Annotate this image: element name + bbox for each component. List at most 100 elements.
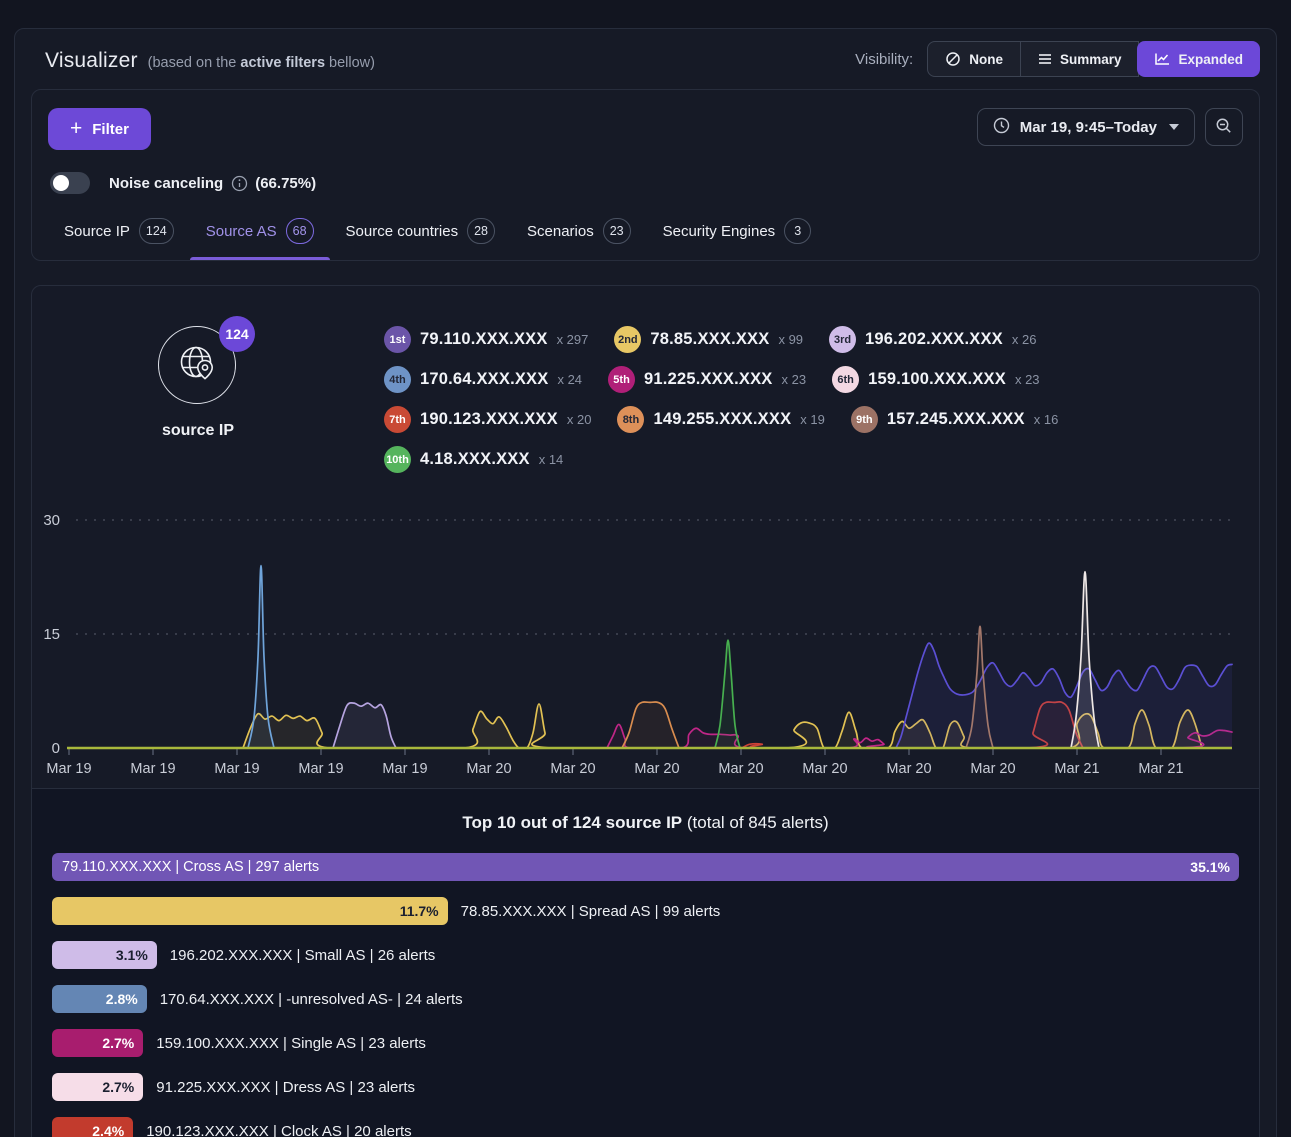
title-wrap: Visualizer (based on the active filters … [31,49,375,73]
legend-multiplier: x 23 [1015,372,1040,387]
svg-text:Mar 19: Mar 19 [382,761,427,777]
zoom-out-button[interactable] [1205,108,1243,146]
legend-multiplier: x 14 [539,452,564,467]
rank-badge: 7th [384,406,411,433]
svg-text:Mar 19: Mar 19 [130,761,175,777]
legend-ip: 159.100.XXX.XXX [868,370,1006,389]
rank-badge: 6th [832,366,859,393]
legend-multiplier: x 19 [800,412,825,427]
top10-bar-row[interactable]: 3.1% 196.202.XXX.XXX | Small AS | 26 ale… [52,941,1239,969]
svg-text:Mar 19: Mar 19 [214,761,259,777]
bar-percentage: 35.1% [1190,859,1230,875]
legend-ip: 170.64.XXX.XXX [420,370,548,389]
top10-bar-row[interactable]: 11.7% 78.85.XXX.XXX | Spread AS | 99 ale… [52,897,1239,925]
filter-tab-security-engines[interactable]: Security Engines 3 [647,204,828,260]
legend-ip: 78.85.XXX.XXX [650,330,769,349]
legend-item[interactable]: 4th 170.64.XXX.XXX x 24 [384,366,582,393]
visibility-control: Visibility: None Summary Expanded [855,41,1260,77]
rank-badge: 10th [384,446,411,473]
visualizer-card: Visualizer (based on the active filters … [14,28,1277,1137]
svg-text:Mar 20: Mar 20 [970,761,1015,777]
legend-item[interactable]: 9th 157.245.XXX.XXX x 16 [851,406,1058,433]
chart-legend: 1st 79.110.XXX.XXX x 297 2nd 78.85.XXX.X… [384,326,1256,473]
page-title: Visualizer [45,49,138,73]
svg-text:15: 15 [43,626,60,643]
top10-bar-row[interactable]: 2.7% 91.225.XXX.XXX | Dress AS | 23 aler… [52,1073,1239,1101]
visibility-none-button[interactable]: None [927,41,1021,77]
legend-item[interactable]: 8th 149.255.XXX.XXX x 19 [617,406,824,433]
svg-text:Mar 19: Mar 19 [46,761,91,777]
svg-text:Mar 20: Mar 20 [634,761,679,777]
legend-multiplier: x 24 [557,372,582,387]
legend-multiplier: x 297 [557,332,589,347]
bar-label-outside: 196.202.XXX.XXX | Small AS | 26 alerts [170,947,435,964]
entity-block: 124 source IP [158,326,238,473]
filter-tab-source-ip[interactable]: Source IP 124 [48,204,190,260]
noise-canceling-percentage: (66.75%) [255,175,316,192]
bar-label-outside: 159.100.XXX.XXX | Single AS | 23 alerts [156,1035,426,1052]
legend-ip: 157.245.XXX.XXX [887,410,1025,429]
tab-count-badge: 3 [784,218,811,244]
svg-text:Mar 20: Mar 20 [466,761,511,777]
visibility-summary-button[interactable]: Summary [1021,41,1140,77]
noise-canceling-label: Noise canceling [109,175,223,192]
legend-item[interactable]: 5th 91.225.XXX.XXX x 23 [608,366,806,393]
entity-count-badge: 124 [219,316,255,352]
bar-label-inside: 79.110.XXX.XXX | Cross AS | 297 alerts [62,859,319,875]
legend-item[interactable]: 6th 159.100.XXX.XXX x 23 [832,366,1039,393]
bar-label-outside: 91.225.XXX.XXX | Dress AS | 23 alerts [156,1079,415,1096]
legend-ip: 79.110.XXX.XXX [420,330,548,349]
legend-multiplier: x 99 [778,332,803,347]
visibility-segmented-control: None Summary Expanded [927,41,1260,77]
svg-text:Mar 20: Mar 20 [802,761,847,777]
tab-count-badge: 68 [286,218,314,244]
visibility-expanded-button[interactable]: Expanded [1137,41,1260,77]
tab-count-badge: 23 [603,218,631,244]
date-range-button[interactable]: Mar 19, 9:45–Today [977,108,1195,146]
legend-ip: 196.202.XXX.XXX [865,330,1003,349]
rank-badge: 3rd [829,326,856,353]
add-filter-button[interactable]: + Filter [48,108,151,150]
filter-tab-source-countries[interactable]: Source countries 28 [330,204,511,260]
noise-canceling-toggle[interactable] [50,172,90,194]
legend-ip: 190.123.XXX.XXX [420,410,558,429]
top10-bar-row[interactable]: 2.8% 170.64.XXX.XXX | -unresolved AS- | … [52,985,1239,1013]
chevron-down-icon [1169,124,1179,130]
tab-label: Scenarios [527,223,594,240]
info-icon[interactable] [231,175,248,192]
filter-tab-scenarios[interactable]: Scenarios 23 [511,204,647,260]
top10-title: Top 10 out of 124 source IP (total of 84… [52,813,1239,833]
percentage-bar: 2.8% [52,985,147,1013]
toggle-knob [53,175,69,191]
filter-right-controls: Mar 19, 9:45–Today [977,108,1243,146]
alerts-line-chart: 30150Mar 19Mar 19Mar 19Mar 19Mar 19Mar 2… [32,503,1260,788]
chart-header: 124 source IP 1st 79.110.XXX.XXX x 297 2… [32,286,1259,473]
bar-percentage: 3.1% [116,947,148,963]
top10-bar-row[interactable]: 2.7% 159.100.XXX.XXX | Single AS | 23 al… [52,1029,1239,1057]
legend-multiplier: x 23 [782,372,807,387]
legend-item[interactable]: 1st 79.110.XXX.XXX x 297 [384,326,588,353]
top10-bar-row[interactable]: 79.110.XXX.XXX | Cross AS | 297 alerts 3… [52,853,1239,881]
legend-item[interactable]: 3rd 196.202.XXX.XXX x 26 [829,326,1036,353]
plus-icon: + [70,118,82,139]
rank-badge: 8th [617,406,644,433]
tab-label: Source countries [346,223,459,240]
percentage-bar: 3.1% [52,941,157,969]
bar-percentage: 2.4% [92,1123,124,1137]
rank-badge: 1st [384,326,411,353]
summary-icon [1038,53,1052,65]
globe-pin-icon [174,340,220,391]
filter-panel: + Filter Mar 19, 9:45–Today Noise cancel… [31,89,1260,261]
svg-text:Mar 21: Mar 21 [1054,761,1099,777]
legend-item[interactable]: 2nd 78.85.XXX.XXX x 99 [614,326,803,353]
legend-multiplier: x 26 [1012,332,1037,347]
rank-badge: 4th [384,366,411,393]
filter-tab-source-as[interactable]: Source AS 68 [190,204,330,260]
legend-item[interactable]: 10th 4.18.XXX.XXX x 14 [384,446,563,473]
clock-icon [993,117,1010,138]
top10-bar-row[interactable]: 2.4% 190.123.XXX.XXX | Clock AS | 20 ale… [52,1117,1239,1137]
svg-text:Mar 21: Mar 21 [1138,761,1183,777]
bar-percentage: 2.7% [102,1079,134,1095]
percentage-bar: 2.4% [52,1117,133,1137]
legend-item[interactable]: 7th 190.123.XXX.XXX x 20 [384,406,591,433]
